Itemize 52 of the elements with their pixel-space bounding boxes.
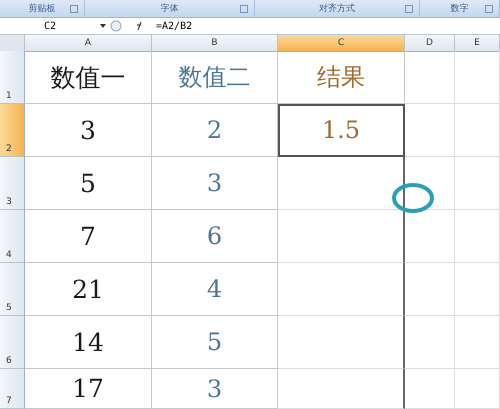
empty-cell xyxy=(455,104,500,157)
column-header[interactable]: A xyxy=(25,35,152,52)
row-header[interactable]: 5 xyxy=(0,263,25,316)
annotation-circle xyxy=(390,181,436,215)
empty-cell xyxy=(405,369,455,409)
dialog-launcher-icon[interactable] xyxy=(485,5,493,13)
column-header[interactable]: E xyxy=(455,35,500,52)
table-cell: 3 xyxy=(25,104,152,157)
column-header[interactable]: C xyxy=(278,35,405,52)
empty-cell xyxy=(455,316,500,369)
dropdown-icon[interactable] xyxy=(100,24,106,28)
table-cell: 7 xyxy=(25,210,152,263)
table-cell: 数值二 xyxy=(152,51,278,104)
group-label: 字体 xyxy=(160,2,178,15)
table-cell: 14 xyxy=(25,316,152,369)
row-header[interactable]: 7 xyxy=(0,369,25,409)
row-header[interactable]: 4 xyxy=(0,210,25,263)
dialog-launcher-icon[interactable] xyxy=(240,5,248,13)
table-cell: 17 xyxy=(25,369,152,409)
dialog-launcher-icon[interactable] xyxy=(405,5,413,13)
empty-cell xyxy=(455,157,500,210)
empty-cell xyxy=(405,210,455,263)
group-label: 数字 xyxy=(450,2,468,15)
table-cell: 6 xyxy=(152,210,278,263)
table-cell: 4 xyxy=(152,263,278,316)
empty-cell xyxy=(455,369,500,409)
table-cell: 数值一 xyxy=(25,51,152,104)
select-all-corner[interactable] xyxy=(0,35,25,52)
empty-cell xyxy=(455,210,500,263)
table-cell: 2 xyxy=(152,104,278,157)
name-box[interactable]: C2 xyxy=(0,20,100,32)
row-header[interactable]: 1 xyxy=(0,51,25,104)
table-cell: 5 xyxy=(25,157,152,210)
group-label: 对齐方式 xyxy=(319,2,355,15)
table-cell: 21 xyxy=(25,263,152,316)
table-cell: 1.5 xyxy=(278,104,405,157)
row-header[interactable]: 6 xyxy=(0,316,25,369)
formula-input[interactable]: =A2/B2 xyxy=(156,20,192,32)
table-cell: 结果 xyxy=(278,51,405,104)
empty-cell xyxy=(405,263,455,316)
empty-cell xyxy=(405,104,455,157)
empty-cell xyxy=(455,263,500,316)
column-header[interactable]: B xyxy=(152,35,278,52)
table-cell: 3 xyxy=(152,369,278,409)
group-label: 剪贴板 xyxy=(28,2,56,15)
table-cell: 5 xyxy=(152,316,278,369)
table-cell: 3 xyxy=(152,157,278,210)
row-header[interactable]: 2 xyxy=(0,104,25,157)
dialog-launcher-icon[interactable] xyxy=(70,5,78,13)
empty-cell xyxy=(405,316,455,369)
column-header[interactable]: D xyxy=(405,35,455,52)
row-header[interactable]: 3 xyxy=(0,157,25,210)
